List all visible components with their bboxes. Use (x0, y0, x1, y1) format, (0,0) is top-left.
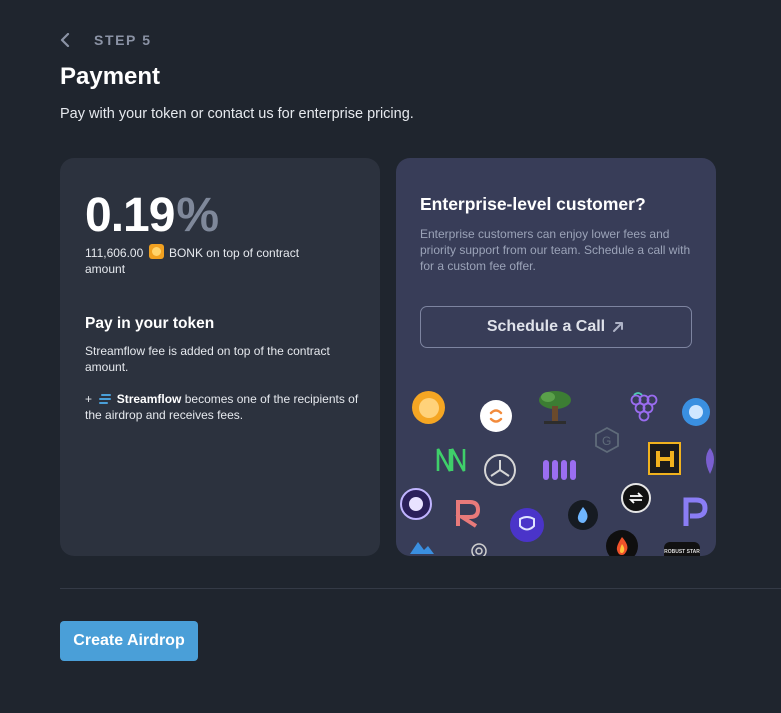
fee-card: 0.19 % 111,606.00 BONK on top of contrac… (60, 158, 380, 556)
plus-sign: + (85, 392, 93, 406)
enterprise-description: Enterprise customers can enjoy lower fee… (420, 227, 691, 273)
chevron-left-icon (60, 33, 70, 47)
dots-logo-icon (541, 456, 577, 484)
shield-logo-icon (510, 508, 544, 542)
streamflow-logo-icon (99, 394, 112, 404)
hex-logo-icon: G (594, 426, 620, 454)
fee-amount-line: 111,606.00 BONK on top of contract amoun… (85, 244, 335, 277)
flame-logo-icon (568, 500, 598, 530)
bonk-logo-icon (412, 391, 445, 424)
lotus-logo-icon (700, 444, 716, 478)
arrow-up-right-icon (613, 322, 624, 332)
page-subtitle: Pay with your token or contact us for en… (60, 106, 414, 122)
section-divider (60, 588, 781, 589)
nn-logo-icon (434, 445, 468, 475)
circle-blue-logo-icon (682, 398, 710, 426)
svg-text:G: G (602, 434, 611, 448)
streamflow-name: Streamflow (116, 392, 182, 406)
robust-star-logo-icon: ROBUST STAR (664, 542, 700, 556)
schedule-call-label: Schedule a Call (486, 318, 606, 335)
enterprise-title: Enterprise-level customer? (420, 194, 646, 214)
r-logo-icon (452, 498, 482, 528)
hub-logo-icon (648, 442, 681, 475)
p-logo-icon (680, 496, 708, 528)
page-title: Payment (60, 63, 161, 90)
fee-value: 0.19 (85, 189, 175, 242)
fee-unit: % (176, 189, 220, 242)
enterprise-card: Enterprise-level customer? Enterprise cu… (396, 158, 716, 556)
fire-logo-icon (606, 530, 638, 556)
swap-dark-logo-icon (621, 483, 651, 513)
fee-amount-value: 111,606.00 (85, 246, 144, 260)
flower-logo-icon (466, 539, 492, 556)
astronaut-logo-icon (400, 488, 432, 520)
bonk-token-icon (148, 244, 164, 259)
back-button[interactable] (60, 30, 80, 50)
streamflow-recipient-note: + Streamflow becomes one of the recipien… (85, 391, 365, 423)
create-airdrop-button[interactable]: Create Airdrop (60, 621, 198, 661)
peace-logo-icon (484, 454, 516, 486)
tree-logo-icon (536, 388, 574, 426)
schedule-call-button[interactable]: Schedule a Call (420, 306, 692, 348)
pay-in-token-title: Pay in your token (85, 315, 215, 332)
pay-in-token-description: Streamflow fee is added on top of the co… (85, 344, 330, 374)
step-header: STEP 5 (60, 30, 152, 50)
mountain-logo-icon (408, 536, 434, 556)
fee-display: 0.19 % (85, 188, 219, 243)
swap-logo-icon (480, 400, 512, 432)
step-label: STEP 5 (94, 32, 152, 48)
robust-star-text: ROBUST STAR (664, 549, 700, 555)
grape-logo-icon (628, 391, 658, 427)
